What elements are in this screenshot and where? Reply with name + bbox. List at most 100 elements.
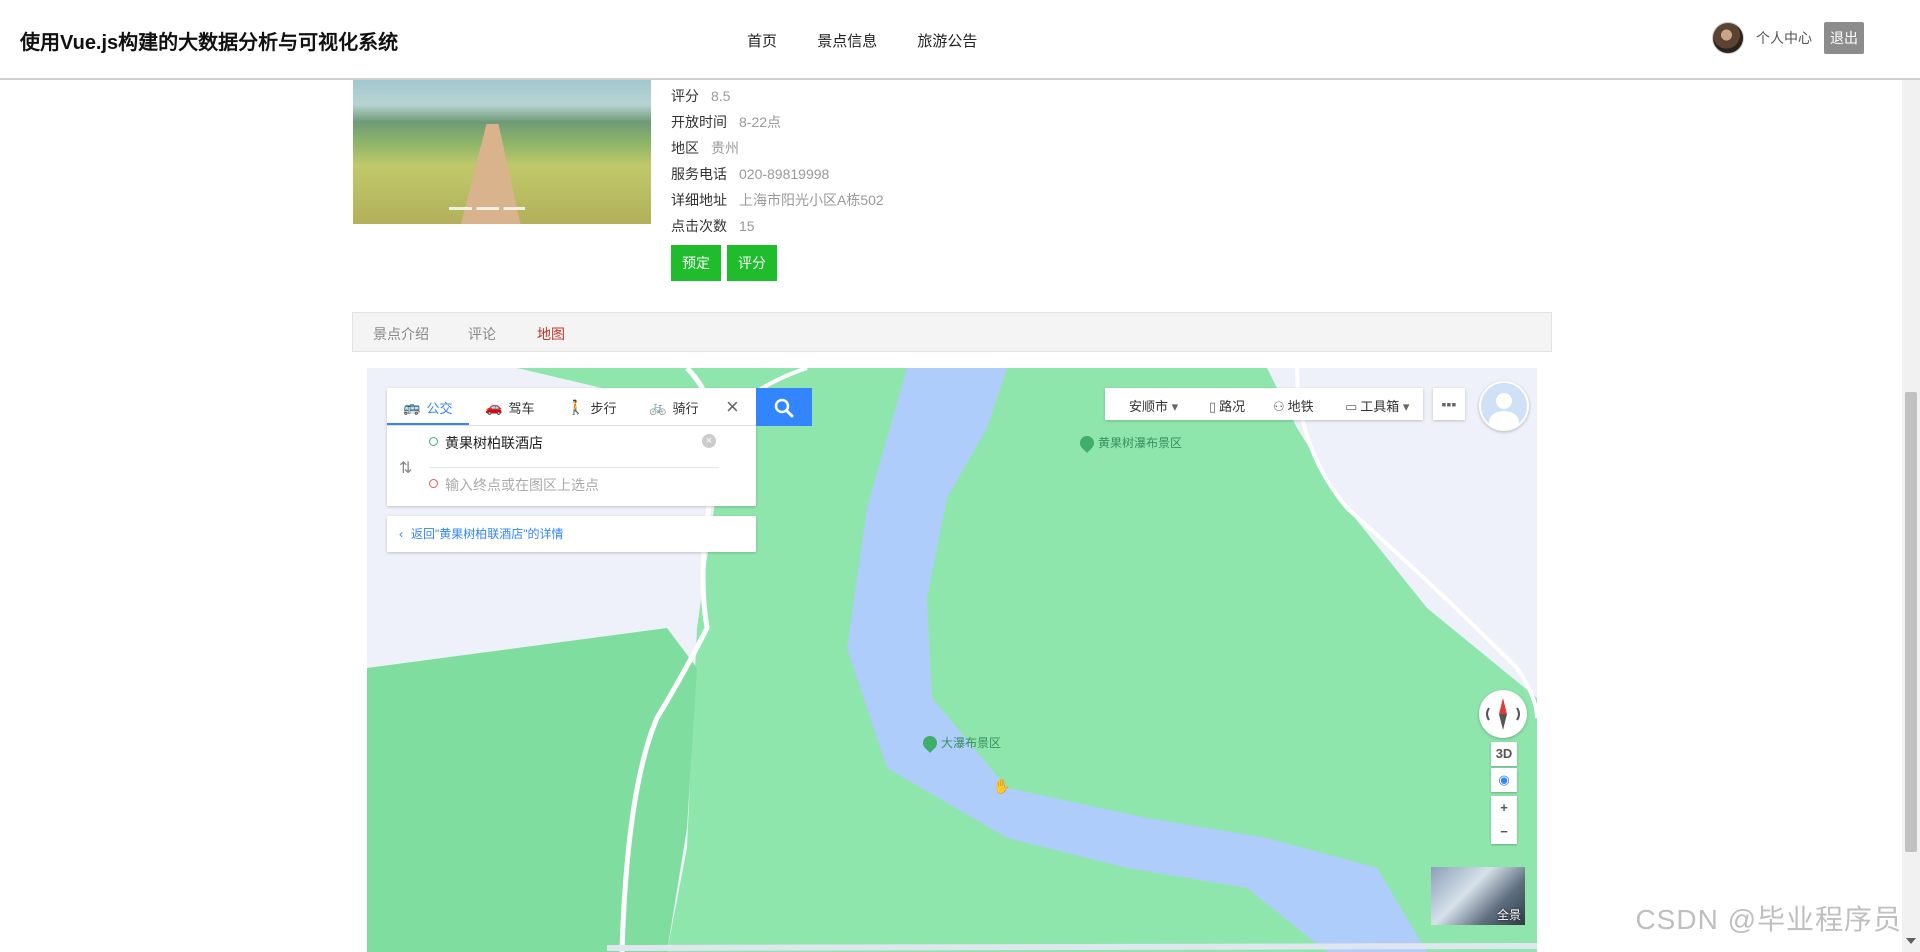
info-value: 贵州 <box>711 140 739 156</box>
baidu-map[interactable]: 黄果树瀑布景区 大瀑布景区 ✋ 🚌 公交 🚗 驾车 🚶 步行 🚲 骑行 × ⇅ 黄果树柏… <box>367 368 1537 952</box>
start-point-value[interactable]: 黄果树柏联酒店 <box>445 433 543 453</box>
poi-pin-icon <box>920 732 940 753</box>
mode-walk[interactable]: 🚶 步行 <box>567 398 616 417</box>
logout-button[interactable]: 退出 <box>1824 22 1864 54</box>
info-row-opening-hours: 开放时间 8-22点 <box>671 109 884 135</box>
chevron-down-icon: ▾ <box>1399 399 1410 414</box>
chevron-down-icon: ▾ <box>1168 399 1179 414</box>
poi-label: 大瀑布景区 <box>941 736 1002 750</box>
city-label: 安顺市 <box>1129 399 1169 414</box>
start-dot-icon <box>429 437 438 446</box>
info-label: 地区 <box>671 140 699 156</box>
subway-toggle[interactable]: ⚇ 地铁 <box>1273 396 1314 415</box>
route-mode-tabs: 🚌 公交 🚗 驾车 🚶 步行 🚲 骑行 × <box>387 388 756 426</box>
close-icon[interactable]: × <box>726 394 739 420</box>
end-point-input[interactable] <box>443 472 707 498</box>
csdn-watermark: CSDN @毕业程序员 <box>1635 904 1902 935</box>
nav-travel-notice[interactable]: 旅游公告 <box>917 33 977 50</box>
end-point-row <box>429 468 719 500</box>
route-panel: 🚌 公交 🚗 驾车 🚶 步行 🚲 骑行 × ⇅ 黄果树柏联酒店 × <box>387 388 756 506</box>
toolbox-icon: ▭ <box>1345 399 1358 414</box>
back-link-label: 返回"黄果树柏联酒店"的详情 <box>411 527 564 541</box>
compass-needle <box>1486 698 1520 730</box>
info-row-address: 详细地址 上海市阳光小区A栋502 <box>671 187 884 213</box>
walk-icon: 🚶 <box>567 399 585 415</box>
start-point-row: 黄果树柏联酒店 × <box>429 426 719 458</box>
poi-label: 黄果树瀑布景区 <box>1098 436 1183 450</box>
route-search-button[interactable] <box>756 388 812 426</box>
info-value: 8-22点 <box>739 114 782 130</box>
search-icon <box>774 398 794 418</box>
info-label: 点击次数 <box>671 218 727 234</box>
map-user-avatar[interactable] <box>1479 381 1529 431</box>
main-nav: 首页 景点信息 旅游公告 <box>747 30 1013 51</box>
spot-photo[interactable] <box>353 78 651 224</box>
detail-tabs: 景点介绍 评论 地图 <box>352 312 1552 352</box>
traffic-light-icon: ▯ <box>1209 399 1217 414</box>
panorama-label: 全景 <box>1496 908 1521 922</box>
toolbox-label: 工具箱 <box>1360 399 1400 414</box>
toolbox-menu[interactable]: ▭ 工具箱 ▾ <box>1345 396 1412 415</box>
city-selector[interactable]: 安顺市 ▾ <box>1129 396 1181 415</box>
poi-big-waterfall[interactable]: 大瀑布景区 <box>920 732 1002 753</box>
map-toolbar: 安顺市 ▾ ▯ 路况 ⚇ 地铁 ▭ 工具箱 ▾ <box>1105 388 1423 420</box>
clear-icon[interactable]: × <box>702 434 716 448</box>
scroll-down-arrow-icon[interactable] <box>1906 938 1916 944</box>
rate-button[interactable]: 评分 <box>727 245 777 281</box>
site-title[interactable]: 使用Vue.js构建的大数据分析与可视化系统 <box>20 26 398 55</box>
info-label: 开放时间 <box>671 114 727 130</box>
nav-spot-info[interactable]: 景点信息 <box>817 33 877 50</box>
compass-icon[interactable] <box>1479 690 1527 738</box>
subway-label: 地铁 <box>1287 399 1314 414</box>
info-value: 020-89819998 <box>739 166 830 182</box>
user-head-shape <box>1496 393 1512 409</box>
tab-introduction[interactable]: 景点介绍 <box>373 324 429 344</box>
mode-label: 驾车 <box>508 401 535 416</box>
traffic-toggle[interactable]: ▯ 路况 <box>1209 396 1245 415</box>
info-row-rating: 评分 8.5 <box>671 83 884 109</box>
zoom-in-button[interactable]: + <box>1491 796 1517 820</box>
subway-icon: ⚇ <box>1273 399 1285 414</box>
end-dot-icon <box>429 479 438 488</box>
info-value: 8.5 <box>711 88 731 104</box>
carousel-indicators[interactable] <box>449 207 525 210</box>
traffic-label: 路况 <box>1219 399 1246 414</box>
avatar[interactable] <box>1712 22 1744 54</box>
spot-info-list: 评分 8.5 开放时间 8-22点 地区 贵州 服务电话 020-89819998 详细… <box>671 83 884 239</box>
info-value: 上海市阳光小区A栋502 <box>739 192 884 208</box>
locate-icon[interactable]: ◉ <box>1491 768 1517 792</box>
mode-drive[interactable]: 🚗 驾车 <box>485 398 534 417</box>
bus-icon: 🚌 <box>403 399 421 415</box>
user-body-shape <box>1489 411 1519 429</box>
active-mode-underline <box>387 423 469 425</box>
hand-cursor-icon: ✋ <box>993 778 1011 794</box>
tab-map[interactable]: 地图 <box>537 324 565 344</box>
car-icon: 🚗 <box>485 399 503 415</box>
info-row-click-count: 点击次数 15 <box>671 213 884 239</box>
tab-comments[interactable]: 评论 <box>468 324 496 344</box>
top-header: 使用Vue.js构建的大数据分析与可视化系统 首页 景点信息 旅游公告 个人中心… <box>0 0 1920 80</box>
back-to-detail-link[interactable]: ‹ 返回"黄果树柏联酒店"的详情 <box>387 516 756 552</box>
book-button[interactable]: 预定 <box>671 245 721 281</box>
mode-label: 公交 <box>426 401 453 416</box>
mode-transit[interactable]: 🚌 公交 <box>403 398 452 417</box>
mode-label: 步行 <box>590 401 617 416</box>
mode-bike[interactable]: 🚲 骑行 <box>649 398 698 417</box>
chevron-left-icon: ‹ <box>399 527 403 541</box>
user-area: 个人中心 退出 <box>1712 22 1864 54</box>
zoom-out-button[interactable]: − <box>1491 820 1517 844</box>
info-row-phone: 服务电话 020-89819998 <box>671 161 884 187</box>
poi-pin-icon <box>1077 432 1097 453</box>
info-label: 详细地址 <box>671 192 727 208</box>
spot-actions: 预定 评分 <box>671 245 783 281</box>
panorama-thumbnail[interactable]: 全景 <box>1431 867 1525 925</box>
nav-home[interactable]: 首页 <box>747 33 777 50</box>
poi-huangguoshu-waterfall[interactable]: 黄果树瀑布景区 <box>1077 432 1183 453</box>
user-center-link[interactable]: 个人中心 <box>1756 28 1812 48</box>
scrollbar-thumb[interactable] <box>1905 392 1917 852</box>
message-icon[interactable]: ▪▪▪ <box>1433 388 1465 420</box>
info-row-region: 地区 贵州 <box>671 135 884 161</box>
3d-toggle[interactable]: 3D <box>1491 742 1517 766</box>
mode-label: 骑行 <box>672 401 699 416</box>
swap-icon[interactable]: ⇅ <box>399 458 412 478</box>
